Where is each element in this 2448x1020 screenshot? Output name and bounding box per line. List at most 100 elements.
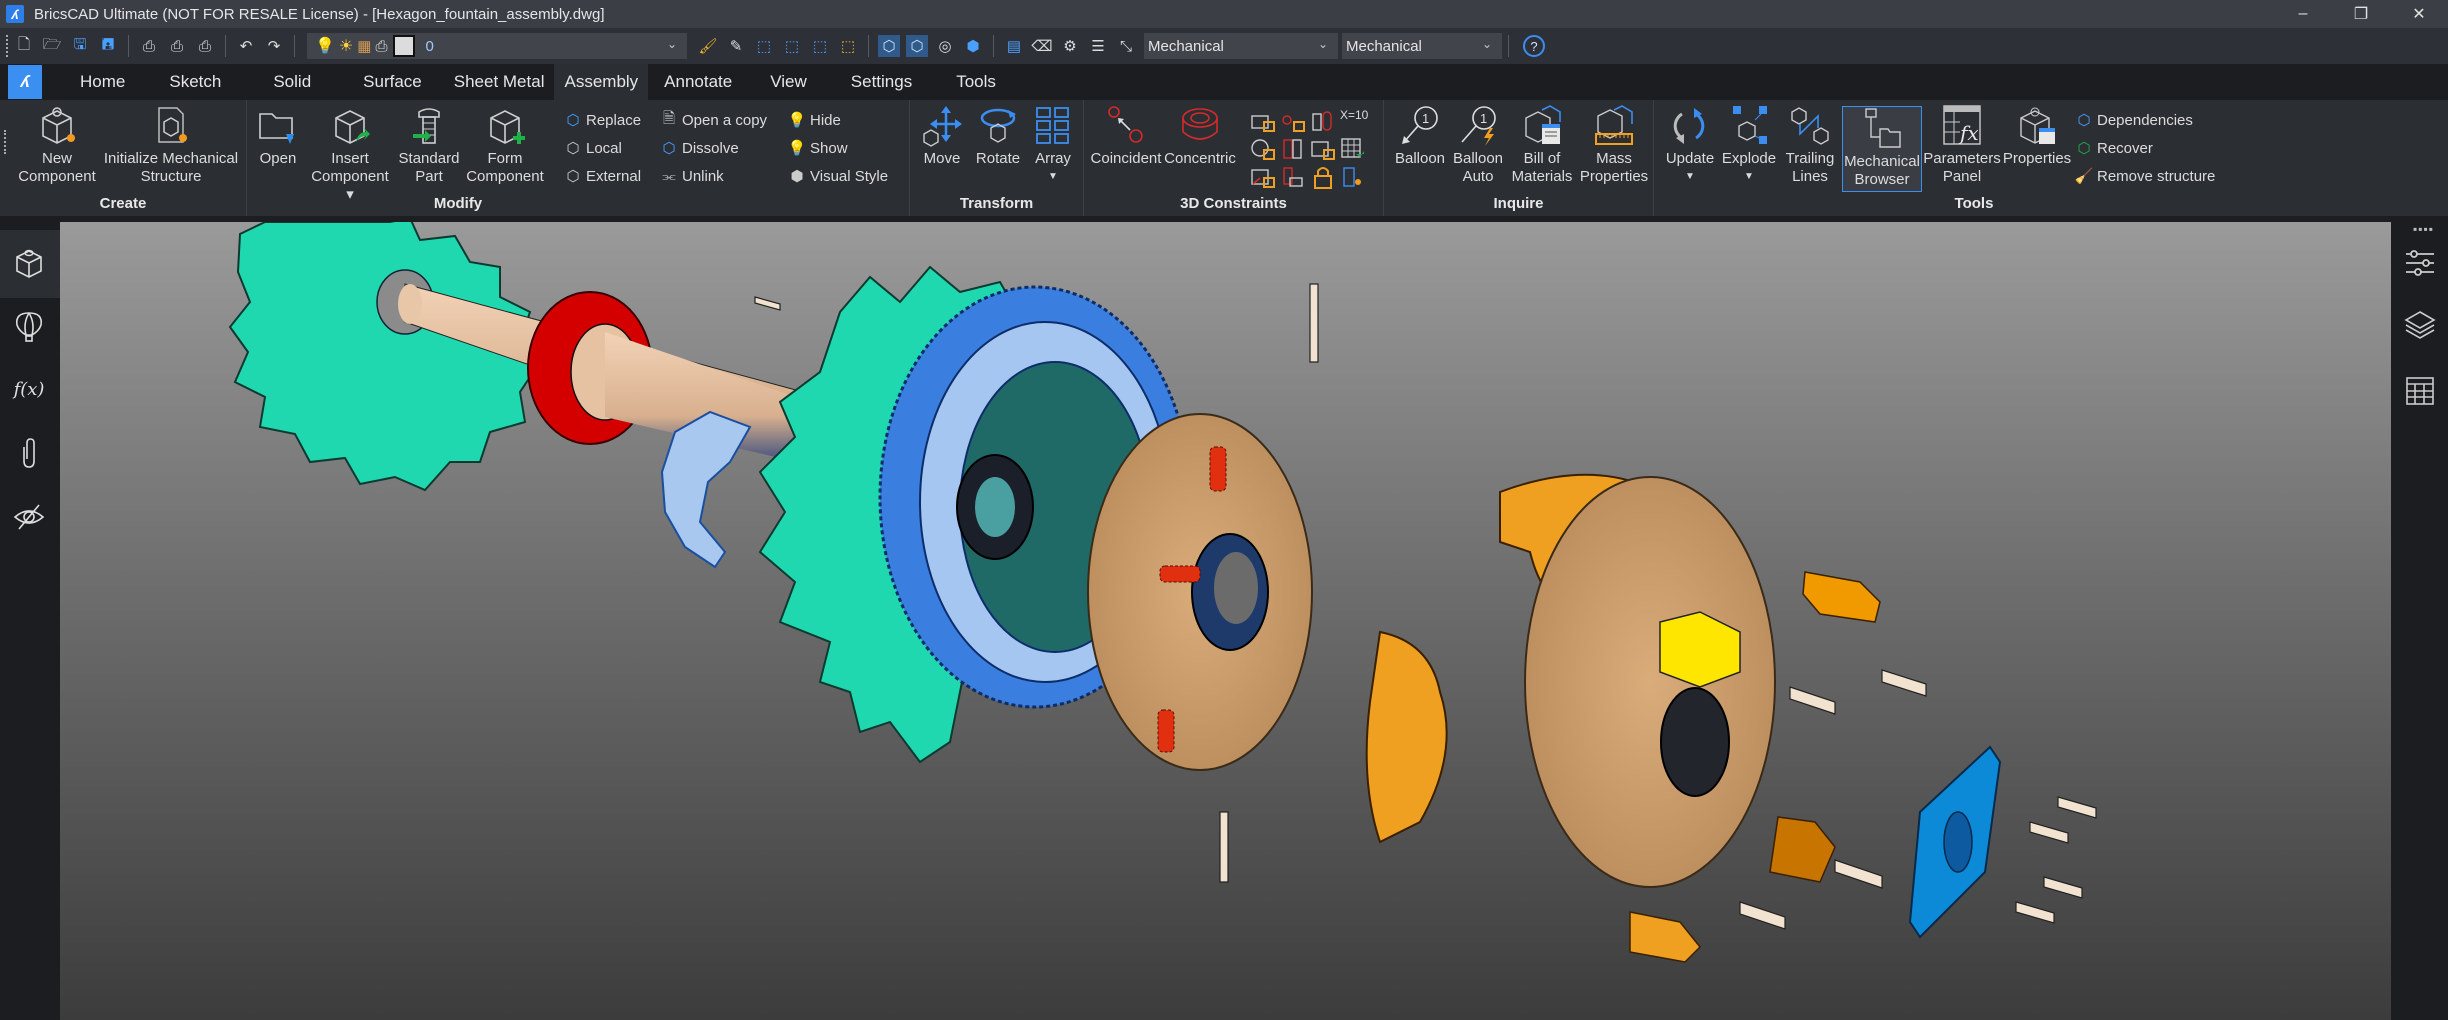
chevron-down-icon[interactable]: ⌄: [667, 37, 677, 51]
red-spring[interactable]: [1159, 565, 1201, 583]
replace-button[interactable]: ⬡ Replace: [563, 108, 641, 132]
open-a-copy-button[interactable]: 🗎 Open a copy: [659, 108, 767, 132]
recover-button[interactable]: ⬡ Recover: [2074, 136, 2152, 160]
visual-style-button[interactable]: ⬢ Visual Style: [787, 164, 888, 188]
minimize-button[interactable]: –: [2274, 0, 2332, 28]
remove-structure-button[interactable]: 🧹 Remove structure: [2074, 164, 2216, 188]
insert-component-button[interactable]: Insert Component ▾: [307, 104, 393, 204]
angle-constraint-icon[interactable]: [1250, 136, 1276, 162]
bolt[interactable]: [754, 296, 781, 311]
select-icon[interactable]: ⬚: [753, 35, 775, 57]
tab-surface[interactable]: Surface: [341, 64, 444, 100]
profile-dropdown[interactable]: Mechanical ⌄: [1342, 33, 1502, 59]
bill-of-materials-table-icon[interactable]: [2403, 374, 2437, 408]
distance-constraint-icon[interactable]: [1250, 164, 1276, 190]
tab-tools[interactable]: Tools: [934, 64, 1018, 100]
view-cube-icon[interactable]: ⬡: [878, 35, 900, 57]
bolt[interactable]: [2029, 821, 2069, 844]
properties-sliders-icon[interactable]: [2403, 246, 2437, 280]
hinge-constraint-icon[interactable]: [1340, 164, 1366, 190]
attachments-paperclip-icon[interactable]: [12, 436, 46, 470]
local-button[interactable]: ⬡ Local: [563, 136, 621, 160]
form-component-button[interactable]: Form Component: [463, 104, 547, 186]
mechanical-browser-button[interactable]: Mechanical Browser: [1842, 106, 1922, 192]
undo-icon[interactable]: ↶: [235, 35, 257, 57]
plot-icon[interactable]: ⎙: [166, 35, 188, 57]
application-menu-button[interactable]: ʎ: [8, 65, 42, 99]
fix-lock-icon[interactable]: [1310, 164, 1336, 190]
bolt[interactable]: [1309, 283, 1319, 363]
red-spring[interactable]: [1157, 709, 1175, 753]
coplanar-constraint-icon[interactable]: [1310, 136, 1336, 162]
layer-lock-icon[interactable]: ▦: [357, 37, 371, 55]
bolt[interactable]: [1881, 669, 1927, 697]
tangent-constraint-icon[interactable]: [1280, 108, 1306, 134]
bolt[interactable]: [2043, 876, 2083, 899]
chevron-down-icon[interactable]: ⌄: [1482, 37, 1492, 51]
unlink-button[interactable]: ⫘ Unlink: [659, 164, 723, 188]
tab-home[interactable]: Home: [58, 64, 147, 100]
open-file-icon[interactable]: 🗁: [41, 35, 63, 57]
layer-color-swatch[interactable]: [393, 35, 416, 57]
layout-icon[interactable]: ▤: [1003, 35, 1025, 57]
restore-button[interactable]: ❐: [2332, 0, 2390, 28]
layer-freeze-icon[interactable]: ☀: [339, 36, 353, 56]
brake-shoe-lower[interactable]: [1365, 630, 1448, 844]
save-as-icon[interactable]: 🖪: [97, 35, 119, 57]
blue-mounting-plate[interactable]: [1908, 745, 2002, 939]
new-file-icon[interactable]: 🗋: [13, 35, 35, 57]
render-materials-balloon-icon[interactable]: [12, 310, 46, 344]
mass-properties-button[interactable]: Mass Properties: [1578, 104, 1650, 186]
bolt[interactable]: [2057, 796, 2097, 819]
print-preview-icon[interactable]: ⎙: [138, 35, 160, 57]
explode-dropdown-caret[interactable]: ▼: [1744, 168, 1754, 186]
dissolve-button[interactable]: ⬡ Dissolve: [659, 136, 738, 160]
bolt[interactable]: [1834, 859, 1883, 889]
array-dropdown-caret[interactable]: ▼: [1048, 168, 1058, 186]
pick-style-icon[interactable]: ✎: [725, 35, 747, 57]
help-icon[interactable]: ?: [1523, 35, 1545, 57]
move-button[interactable]: Move: [916, 104, 968, 168]
bill-of-materials-button[interactable]: Bill of Materials: [1508, 104, 1576, 186]
tab-solid[interactable]: Solid: [243, 64, 341, 100]
balloon-button[interactable]: 1 Balloon: [1392, 104, 1448, 168]
tab-assembly[interactable]: Assembly: [554, 64, 649, 100]
rotate-button[interactable]: Rotate: [970, 104, 1026, 168]
properties-panel-icon[interactable]: ☰: [1087, 35, 1109, 57]
trailing-lines-button[interactable]: Trailing Lines: [1780, 104, 1840, 186]
select-similar-icon[interactable]: ⬚: [809, 35, 831, 57]
update-button[interactable]: Update ▼: [1662, 104, 1718, 186]
array-button[interactable]: Array ▼: [1028, 104, 1078, 186]
orange-block-lower[interactable]: [1769, 816, 1836, 883]
balloon-auto-button[interactable]: 1 Balloon Auto: [1450, 104, 1506, 186]
fix-distance-constraint-icon[interactable]: [1250, 108, 1276, 134]
standard-part-button[interactable]: Standard Part: [397, 104, 461, 186]
layers-stack-icon[interactable]: [2403, 308, 2437, 342]
bolt[interactable]: [2015, 901, 2055, 924]
settings-icon[interactable]: ⚙: [1059, 35, 1081, 57]
publish-icon[interactable]: ⎙: [194, 35, 216, 57]
beige-backplate-disc[interactable]: [1524, 476, 1776, 888]
orange-block-upper[interactable]: [1802, 571, 1881, 623]
chevron-down-icon[interactable]: ⌄: [1318, 37, 1328, 51]
external-button[interactable]: ⬡ External: [563, 164, 641, 188]
concentric-button[interactable]: Concentric: [1164, 104, 1236, 168]
toolbar-grip[interactable]: [6, 35, 10, 57]
bolt[interactable]: [1219, 811, 1229, 883]
parameter-table-icon[interactable]: [1340, 136, 1366, 162]
panel-grip[interactable]: ▪▪▪▪: [2413, 222, 2434, 236]
tab-annotate[interactable]: Annotate: [648, 64, 748, 100]
orange-block-bottom[interactable]: [1629, 911, 1702, 963]
layer-print-icon[interactable]: ⎙: [375, 38, 387, 55]
new-component-button[interactable]: New Component: [14, 104, 100, 186]
tab-sketch[interactable]: Sketch: [147, 64, 243, 100]
explode-button[interactable]: Explode ▼: [1720, 104, 1778, 186]
parameters-fx-panel-icon[interactable]: f(x): [12, 372, 46, 406]
teal-sprocket-left[interactable]: [228, 222, 542, 492]
save-icon[interactable]: 🖫: [69, 35, 91, 57]
visual-style-icon[interactable]: ◎: [934, 35, 956, 57]
eraser-icon[interactable]: ⌫: [1031, 35, 1053, 57]
tab-settings[interactable]: Settings: [829, 64, 934, 100]
workspace-dropdown[interactable]: Mechanical ⌄: [1144, 33, 1338, 59]
layer-dropdown[interactable]: 💡 ☀ ▦ ⎙ 0 ⌄: [307, 33, 687, 59]
